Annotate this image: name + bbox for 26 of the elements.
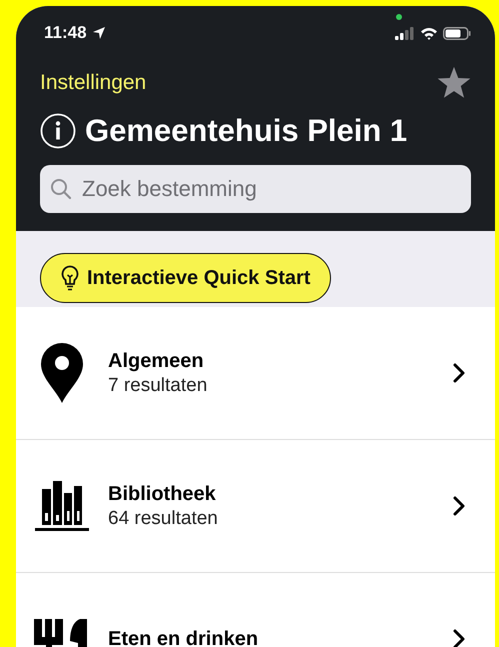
category-row[interactable]: Eten en drinken bbox=[16, 573, 495, 647]
category-title: Eten en drinken bbox=[108, 628, 260, 647]
chevron-right-icon bbox=[453, 496, 465, 516]
category-title: Algemeen bbox=[108, 350, 205, 372]
chevron-right-icon bbox=[453, 629, 465, 647]
signal-icon bbox=[395, 26, 415, 40]
battery-icon bbox=[443, 26, 471, 40]
map-pin-icon bbox=[40, 342, 84, 404]
wifi-icon bbox=[420, 26, 438, 40]
page-title: Gemeentehuis Plein 1 bbox=[85, 113, 408, 149]
quick-start-button[interactable]: Interactieve Quick Start bbox=[40, 253, 332, 303]
chevron-right-icon bbox=[453, 363, 465, 383]
camera-indicator-icon bbox=[396, 14, 402, 20]
result-count: 7 resultaten bbox=[108, 374, 208, 396]
category-row[interactable]: Bibliotheek 64 resultaten bbox=[16, 440, 495, 573]
search-field[interactable]: Zoek bestemming bbox=[40, 165, 471, 213]
cutlery-icon bbox=[34, 619, 90, 647]
star-icon[interactable] bbox=[437, 66, 471, 99]
info-icon[interactable] bbox=[40, 113, 76, 149]
lightbulb-icon bbox=[61, 265, 79, 291]
back-link[interactable]: Instellingen bbox=[40, 70, 146, 94]
status-time: 11:48 bbox=[44, 23, 87, 43]
category-row[interactable]: Algemeen 7 resultaten bbox=[16, 307, 495, 440]
library-icon bbox=[35, 481, 89, 531]
result-count: 64 resultaten bbox=[108, 508, 219, 530]
category-title: Bibliotheek bbox=[108, 482, 217, 506]
